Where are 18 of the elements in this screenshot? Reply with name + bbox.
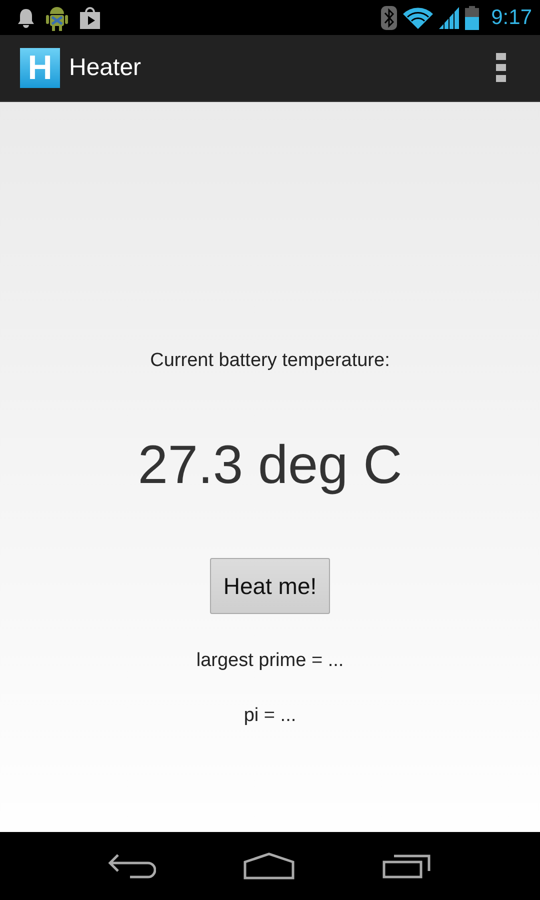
home-icon[interactable] [242,852,295,880]
wifi-icon [403,6,434,28]
result-text: largest prime = ... [196,650,344,672]
shopping-bag-icon [78,6,102,30]
temperature-label: Current battery temperature: [150,350,390,372]
battery-icon [465,6,480,30]
clock-time: 9:17 [491,6,532,30]
app-logo: H [20,48,60,88]
temperature-reading: 27.3 deg C [138,434,402,496]
overflow-menu-icon[interactable] [496,53,506,83]
bluetooth-icon [381,6,398,30]
back-icon[interactable] [108,853,156,879]
result-text: pi = ... [244,705,296,727]
recent-apps-icon[interactable] [382,853,432,879]
app-title: Heater [69,54,142,82]
signal-icon [439,6,460,28]
heat-button[interactable]: Heat me! [210,558,330,614]
bell-icon [16,6,36,28]
